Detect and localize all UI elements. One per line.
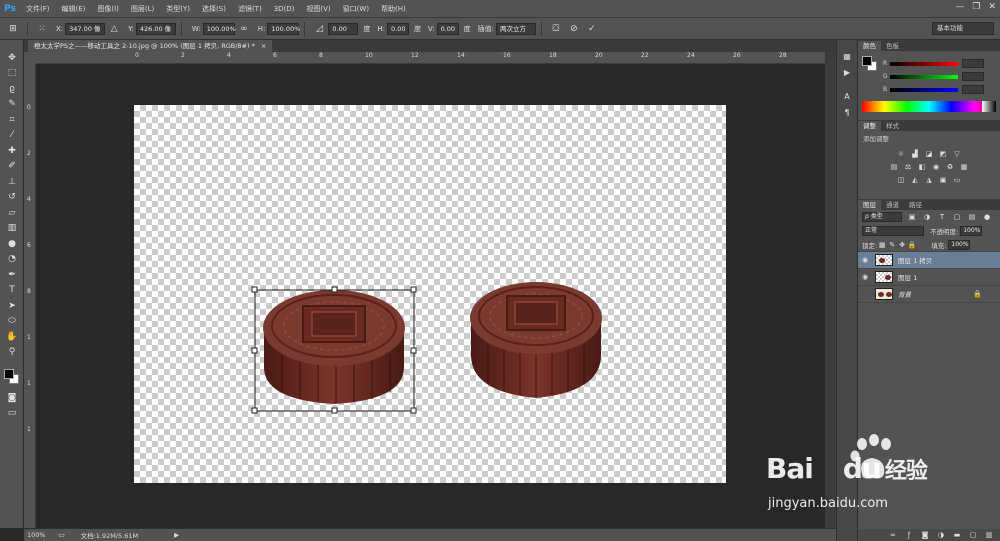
layers-panel-footer: ∞ ƒ ◙ ◑ ▬ ▢ ▥ — [858, 529, 1000, 541]
threshold-icon[interactable]: ◮ — [924, 175, 934, 184]
lock-transparent-icon[interactable]: ▦ — [877, 240, 887, 249]
layer-name[interactable]: 背景 — [898, 289, 911, 299]
foreground-color[interactable] — [4, 369, 14, 379]
black-white-icon[interactable]: ◧ — [917, 162, 927, 171]
background-lock-icon: 🔒 — [973, 290, 982, 298]
new-layer-icon[interactable]: ▢ — [968, 531, 978, 540]
exposure-icon[interactable]: ◩ — [938, 149, 948, 158]
lock-all-icon[interactable]: 🔒 — [907, 240, 917, 249]
history-icon[interactable]: ▦ — [837, 48, 857, 64]
opacity-label: 不透明度: — [930, 228, 959, 236]
filter-toggle-icon[interactable]: ● — [982, 213, 992, 222]
layer-row-copy[interactable]: ◉ 图层 1 拷贝 — [858, 252, 1000, 269]
hue-saturation-icon[interactable]: ▤ — [889, 162, 899, 171]
adjustments-panel-tabs: 调整 样式 — [858, 120, 1000, 131]
watermark-bai: Bai — [766, 452, 814, 485]
lock-pixels-icon[interactable]: ✎ — [887, 240, 897, 249]
tab-color[interactable]: 颜色 — [858, 41, 881, 51]
status-bar: 100% ▭ 文档:1.92M/5.61M ▶ — [24, 528, 836, 541]
b-slider[interactable] — [890, 87, 958, 92]
actions-icon[interactable]: ▶ — [837, 64, 857, 80]
blend-row: 正常 不透明度: 100% — [858, 224, 1000, 238]
filter-pixel-icon[interactable]: ▣ — [907, 213, 917, 222]
layer-thumbnail — [875, 288, 893, 300]
mooncake-layer-copy[interactable] — [263, 290, 405, 404]
filter-shape-icon[interactable]: ▢ — [952, 213, 962, 222]
g-value-input[interactable] — [962, 72, 984, 81]
r-slider-label: R — [883, 60, 888, 67]
brightness-icon[interactable]: ☼ — [896, 149, 906, 158]
lock-label: 锁定: — [862, 241, 878, 250]
layer-thumbnail — [875, 271, 893, 283]
color-spectrum[interactable] — [862, 101, 996, 112]
layer-style-icon[interactable]: ƒ — [904, 531, 914, 540]
status-expand-icon[interactable]: ▶ — [174, 531, 179, 539]
color-balance-icon[interactable]: ⚖ — [903, 162, 913, 171]
photo-filter-icon[interactable]: ◉ — [931, 162, 941, 171]
fill-label: 填充: — [931, 241, 947, 250]
curves-icon[interactable]: ◪ — [924, 149, 934, 158]
layer-name[interactable]: 图层 1 — [898, 272, 917, 282]
layer-row[interactable]: ◉ 图层 1 — [858, 269, 1000, 286]
status-menu-icon[interactable]: ▭ — [56, 529, 68, 541]
vibrance-icon[interactable]: ▽ — [952, 149, 962, 158]
posterize-icon[interactable]: ◭ — [910, 175, 920, 184]
mooncake-layer[interactable] — [470, 282, 602, 398]
lock-position-icon[interactable]: ✥ — [897, 240, 907, 249]
watermark-jingyan-cn: 经验 — [884, 459, 928, 484]
g-slider[interactable] — [890, 74, 958, 79]
document-size: 文档:1.92M/5.61M — [80, 532, 139, 540]
delete-layer-icon[interactable]: ▥ — [984, 531, 994, 540]
color-panel: R G B — [858, 51, 1000, 99]
fill-input[interactable]: 100% — [948, 239, 971, 250]
filter-type-icon[interactable]: T — [937, 213, 947, 222]
gradient-map-icon[interactable]: ▭ — [952, 175, 962, 184]
tab-adjustments[interactable]: 调整 — [858, 121, 881, 131]
b-value-input[interactable] — [962, 85, 984, 94]
tab-paths[interactable]: 路径 — [904, 200, 927, 210]
layer-filter-row: ρ 类型 ▣ ◑ T ▢ ▤ ● — [858, 210, 1000, 224]
levels-icon[interactable]: ▟ — [910, 149, 920, 158]
layers-panel-tabs: 图层 通道 路径 — [858, 199, 1000, 210]
color-lookup-icon[interactable]: ▦ — [959, 162, 969, 171]
link-layers-icon[interactable]: ∞ — [888, 531, 898, 540]
watermark-url: jingyan.baidu.com — [768, 496, 888, 511]
add-adjustment-title: 添加调整 — [863, 135, 889, 143]
r-slider[interactable] — [890, 61, 958, 66]
visibility-eye-icon[interactable]: ◉ — [858, 273, 872, 281]
layer-name[interactable]: 图层 1 拷贝 — [898, 255, 932, 265]
channel-mixer-icon[interactable]: ♻ — [945, 162, 955, 171]
tab-styles[interactable]: 样式 — [881, 121, 904, 131]
invert-icon[interactable]: ◫ — [896, 175, 906, 184]
tab-swatches[interactable]: 色板 — [881, 41, 904, 51]
visibility-eye-icon[interactable]: ◉ — [858, 256, 872, 264]
watermark-du: du — [842, 452, 882, 485]
paragraph-icon[interactable]: ¶ — [837, 104, 857, 120]
layer-row-background[interactable]: 背景 🔒 — [858, 286, 1000, 303]
blend-mode-select[interactable]: 正常 — [862, 226, 924, 236]
color-panel-tabs: 颜色 色板 — [858, 40, 1000, 51]
g-slider-label: G — [883, 73, 888, 80]
tab-channels[interactable]: 通道 — [881, 200, 904, 210]
filter-smart-icon[interactable]: ▤ — [967, 213, 977, 222]
character-icon[interactable]: A — [837, 88, 857, 104]
b-slider-label: B — [883, 86, 888, 93]
panel-foreground-color[interactable] — [862, 56, 872, 66]
baidu-jingyan-watermark: Bai du 经验 jingyan.baidu.com — [762, 430, 942, 520]
selective-color-icon[interactable]: ▣ — [938, 175, 948, 184]
new-group-icon[interactable]: ▬ — [952, 531, 962, 540]
zoom-level[interactable]: 100% — [27, 531, 46, 539]
lock-row: 锁定: ▦ ✎ ✥ 🔒 填充: 100% — [858, 238, 1000, 252]
tab-layers[interactable]: 图层 — [858, 200, 881, 210]
opacity-input[interactable]: 100% — [960, 226, 983, 236]
add-mask-icon[interactable]: ◙ — [920, 531, 930, 540]
layer-filter-select[interactable]: ρ 类型 — [862, 212, 902, 222]
adjustments-panel: 添加调整 ☼ ▟ ◪ ◩ ▽ ▤ ⚖ ◧ ◉ ♻ ▦ ◫ ◭ ◮ ▣ ▭ — [858, 131, 1000, 199]
r-value-input[interactable] — [962, 59, 984, 68]
filter-adjust-icon[interactable]: ◑ — [922, 213, 932, 222]
new-adjustment-icon[interactable]: ◑ — [936, 531, 946, 540]
layer-thumbnail — [875, 254, 893, 266]
